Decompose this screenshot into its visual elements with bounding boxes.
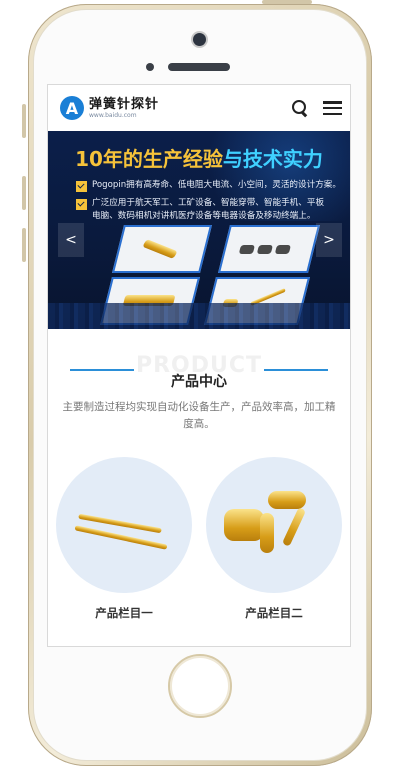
- banner-title-part2: 与技术实力: [222, 147, 323, 171]
- product-list: 产品栏目一 产品栏目二: [48, 457, 350, 621]
- product-name-1[interactable]: 产品栏目一: [95, 605, 153, 621]
- volume-button-3: [22, 228, 26, 262]
- banner-bullet-2-line1: 广泛应用于航天军工、工矿设备、智能穿带、智能手机、平板: [92, 198, 325, 208]
- banner-skyline: [48, 303, 350, 329]
- product-card-1[interactable]: 产品栏目一: [56, 457, 192, 621]
- header-actions: [291, 99, 342, 117]
- menu-icon[interactable]: [323, 101, 342, 115]
- logo-text: 弹簧针探针 www.baidu.com: [89, 98, 159, 119]
- checkbox-icon: [76, 181, 87, 192]
- power-button: [262, 0, 312, 4]
- product-image-1[interactable]: [56, 457, 192, 593]
- banner-title: 10年的生产经验与技术实力: [48, 143, 350, 172]
- checkbox-icon: [76, 199, 87, 210]
- volume-button-2: [22, 176, 26, 210]
- site-logo[interactable]: A 弹簧针探针 www.baidu.com: [60, 96, 159, 120]
- banner-bullet-2-text: 广泛应用于航天军工、工矿设备、智能穿带、智能手机、平板 电脑、数码相机对讲机医疗…: [92, 197, 324, 223]
- search-icon[interactable]: [291, 99, 309, 117]
- banner-bullet-2-line2: 电脑、数码相机对讲机医疗设备等电器设备及移动终端上。: [92, 211, 316, 221]
- volume-button-1: [22, 104, 26, 138]
- hero-banner: 10年的生产经验与技术实力 Pogopin拥有高寿命、低电阻大电流、小空间，灵活…: [48, 131, 350, 329]
- home-button[interactable]: [168, 654, 232, 718]
- banner-bullet-2: 广泛应用于航天军工、工矿设备、智能穿带、智能手机、平板 电脑、数码相机对讲机医疗…: [76, 197, 324, 223]
- banner-product-image-1: [112, 225, 212, 273]
- banner-next-arrow[interactable]: >: [316, 223, 342, 257]
- section-title: 产品中心: [171, 374, 227, 390]
- front-camera: [193, 33, 206, 46]
- earpiece-speaker: [168, 63, 230, 71]
- screen: A 弹簧针探针 www.baidu.com 10年的生产经验与技术实力 Pogo…: [47, 84, 351, 647]
- section-description: 主要制造过程均实现自动化设备生产，产品效率高，加工精度高。: [62, 401, 336, 430]
- product-image-2[interactable]: [206, 457, 342, 593]
- logo-badge: A: [60, 96, 84, 120]
- banner-title-part1: 10年的生产经验: [75, 147, 223, 171]
- proximity-sensor: [146, 63, 154, 71]
- banner-bullet-1: Pogopin拥有高寿命、低电阻大电流、小空间，灵活的设计方案。: [76, 179, 341, 192]
- site-header: A 弹簧针探针 www.baidu.com: [48, 85, 350, 131]
- banner-prev-arrow[interactable]: <: [58, 223, 84, 257]
- banner-bullet-1-text: Pogopin拥有高寿命、低电阻大电流、小空间，灵活的设计方案。: [92, 180, 341, 190]
- logo-url: www.baidu.com: [89, 111, 137, 119]
- product-name-2[interactable]: 产品栏目二: [245, 605, 303, 621]
- logo-name: 弹簧针探针: [89, 96, 160, 112]
- banner-product-image-2: [218, 225, 320, 273]
- product-section-header: PRODUCT 产品中心: [48, 347, 350, 399]
- product-card-2[interactable]: 产品栏目二: [206, 457, 342, 621]
